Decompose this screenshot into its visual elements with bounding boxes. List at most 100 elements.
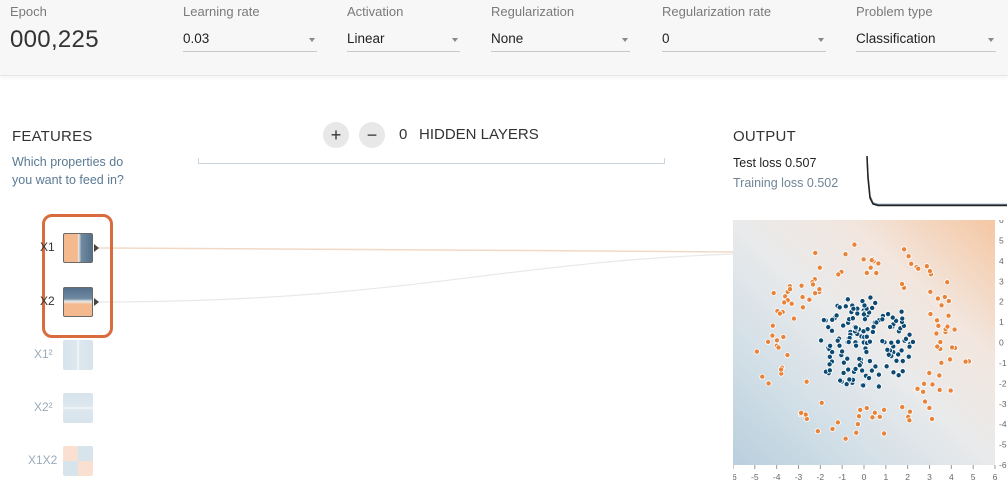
- x-tick-label: -3: [795, 472, 803, 482]
- orange-point: [938, 302, 945, 309]
- blue-point: [829, 316, 836, 323]
- orange-point: [854, 421, 861, 428]
- orange-point: [790, 315, 797, 322]
- blue-point: [856, 362, 863, 369]
- orange-point: [944, 323, 951, 330]
- blue-point: [875, 383, 882, 390]
- blue-point: [867, 294, 874, 301]
- blue-point: [853, 342, 860, 349]
- orange-point: [851, 241, 858, 248]
- orange-point: [806, 296, 813, 303]
- orange-point: [842, 251, 849, 258]
- orange-point: [926, 370, 933, 377]
- hidden-layers-bracket: [198, 158, 665, 164]
- orange-point: [920, 388, 927, 395]
- orange-point: [906, 417, 913, 424]
- output-title: OUTPUT: [733, 128, 796, 145]
- orange-point: [842, 435, 849, 442]
- blue-point: [899, 315, 906, 322]
- orange-point: [926, 268, 933, 275]
- blue-point: [885, 351, 892, 358]
- training-loss-curve: [866, 157, 1007, 206]
- x-tick-label: -5: [751, 472, 759, 482]
- feature-x2-node[interactable]: [63, 287, 93, 317]
- blue-point: [909, 338, 916, 345]
- x-tick-label: 0: [862, 472, 867, 482]
- orange-point: [881, 430, 888, 437]
- feature-x1-node[interactable]: [63, 233, 93, 263]
- orange-point: [921, 380, 928, 387]
- feature-x2-squared-label: X2²: [34, 400, 53, 414]
- blue-point: [893, 357, 900, 364]
- orange-point: [799, 304, 806, 311]
- feature-x2-squared-node[interactable]: [63, 393, 93, 423]
- blue-point: [885, 311, 892, 318]
- blue-point: [852, 365, 859, 372]
- y-tick-label: 0: [999, 338, 1004, 348]
- blue-point: [895, 372, 902, 379]
- blue-point: [840, 369, 847, 376]
- blue-point: [868, 367, 875, 374]
- orange-point: [933, 330, 940, 337]
- blue-point: [836, 304, 843, 311]
- blue-point: [837, 377, 844, 384]
- orange-point: [935, 322, 942, 329]
- test-loss-value: 0.507: [785, 156, 817, 170]
- blue-point: [899, 368, 906, 375]
- orange-point: [947, 387, 954, 394]
- orange-point: [860, 256, 867, 263]
- blue-point: [872, 299, 879, 306]
- blue-point: [827, 342, 834, 349]
- orange-point: [803, 378, 810, 385]
- remove-layer-button[interactable]: −: [359, 122, 385, 148]
- x-tick-label: -2: [817, 472, 825, 482]
- orange-point: [929, 381, 936, 388]
- blue-point: [869, 304, 876, 311]
- x-tick-label: -4: [773, 472, 781, 482]
- add-layer-button[interactable]: +: [323, 122, 349, 148]
- blue-point: [889, 314, 896, 321]
- hidden-layer-count: 0: [399, 126, 408, 143]
- orange-point: [937, 339, 944, 346]
- loss-curve-chart: [866, 156, 1007, 207]
- orange-point: [899, 404, 906, 411]
- link-x1-output: [97, 247, 734, 253]
- blue-point: [852, 324, 859, 331]
- arrow-right-icon: [94, 298, 99, 306]
- blue-point: [836, 342, 843, 349]
- blue-point: [860, 382, 867, 389]
- blue-point: [863, 333, 870, 340]
- orange-point: [927, 288, 934, 295]
- feature-x2-label: X2: [40, 294, 55, 308]
- x-tick-label: 4: [949, 472, 954, 482]
- blue-point: [906, 343, 913, 350]
- y-tick-label: 4: [999, 256, 1004, 266]
- x-tick-label: 1: [883, 472, 888, 482]
- hidden-layers-label: HIDDEN LAYERS: [419, 126, 539, 143]
- orange-point: [899, 280, 906, 287]
- orange-point: [941, 293, 948, 300]
- orange-point: [829, 425, 836, 432]
- orange-point: [769, 322, 776, 329]
- blue-point: [860, 311, 867, 318]
- training-loss-value: 0.502: [806, 176, 839, 190]
- blue-point: [859, 367, 866, 374]
- y-tick-label: -5: [999, 440, 1007, 450]
- blue-point: [869, 328, 876, 335]
- orange-point: [856, 413, 863, 420]
- orange-point: [780, 333, 787, 340]
- orange-point: [816, 264, 823, 271]
- blue-point: [890, 369, 897, 376]
- blue-point: [883, 363, 890, 370]
- orange-point: [812, 249, 819, 256]
- feature-x1x2-node[interactable]: [63, 446, 93, 476]
- orange-point: [818, 399, 825, 406]
- x-tick-label: 6: [993, 472, 998, 482]
- orange-point: [816, 286, 823, 293]
- feature-x1-squared-label: X1²: [34, 347, 53, 361]
- orange-point: [784, 352, 791, 359]
- orange-point: [799, 294, 806, 301]
- blue-point: [866, 338, 873, 345]
- orange-point: [908, 260, 915, 267]
- feature-x1-squared-node[interactable]: [63, 340, 93, 370]
